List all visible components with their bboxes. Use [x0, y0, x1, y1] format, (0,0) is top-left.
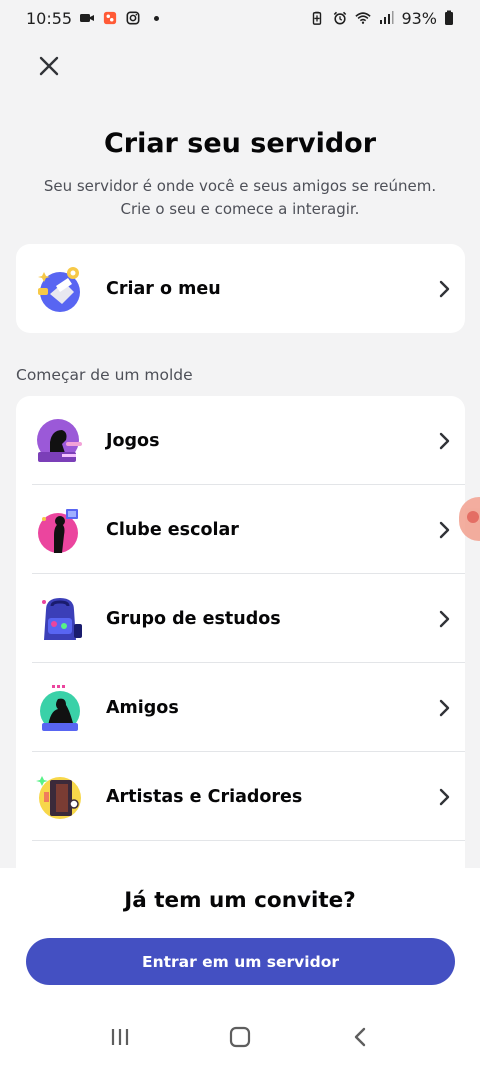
status-time: 10:55 [26, 8, 73, 28]
signal-icon [380, 11, 394, 24]
create-server-icon [38, 267, 80, 312]
recent-apps-icon [111, 1029, 129, 1045]
template-item-study-group[interactable]: Grupo de estudos [16, 574, 465, 663]
back-icon [354, 1027, 366, 1047]
template-item-gaming[interactable]: Jogos [16, 396, 465, 485]
close-button[interactable] [34, 51, 64, 81]
wifi-icon [355, 12, 372, 24]
chevron-right-icon [439, 788, 450, 805]
video-icon [80, 14, 95, 22]
template-item-friends[interactable]: Amigos [16, 663, 465, 752]
template-item-partial[interactable] [16, 841, 465, 868]
join-server-button[interactable]: Entrar em um servidor [26, 938, 455, 985]
template-label: Clube escolar [106, 519, 239, 540]
close-icon [39, 56, 59, 76]
page-title: Criar seu servidor [103, 128, 377, 159]
status-bar: 10:55 93% [0, 0, 480, 36]
recent-apps-button[interactable] [100, 1017, 140, 1057]
notification-app-icon [103, 11, 117, 25]
template-item-artists[interactable]: Artistas e Criadores [16, 752, 465, 841]
battery-saver-icon [313, 11, 322, 25]
gaming-icon [37, 419, 82, 462]
status-left: 10:55 [26, 8, 160, 28]
template-label: Jogos [106, 430, 160, 451]
home-button[interactable] [220, 1017, 260, 1057]
template-label: Amigos [106, 697, 179, 718]
template-partial-icon [36, 861, 86, 868]
template-item-school-club[interactable]: Clube escolar [16, 485, 465, 574]
chevron-right-icon [439, 432, 450, 449]
friends-icon [40, 685, 80, 731]
chevron-right-icon [439, 280, 450, 297]
template-label: Grupo de estudos [106, 608, 281, 629]
battery-icon [445, 10, 453, 25]
chevron-right-icon [439, 610, 450, 627]
battery-percent: 93% [401, 8, 437, 28]
templates-list: Jogos Clube escolar Grupo de estudos Ami… [16, 396, 465, 868]
create-own-card: Criar o meu [16, 244, 465, 333]
floating-bubble-dot [467, 511, 479, 523]
dot-icon [154, 15, 160, 21]
page-subtitle: Seu servidor é onde você e seus amigos s… [43, 177, 437, 218]
template-label: Artistas e Criadores [106, 786, 303, 807]
artists-icon [36, 776, 81, 819]
home-icon [229, 1026, 251, 1048]
status-right: 93% [309, 9, 454, 28]
create-own-label: Criar o meu [106, 278, 221, 299]
templates-section-label: Começar de um molde [16, 366, 193, 384]
create-own-row[interactable]: Criar o meu [16, 244, 465, 333]
back-button[interactable] [340, 1017, 380, 1057]
invite-question: Já tem um convite? [124, 888, 356, 913]
navigation-bar [0, 1008, 480, 1066]
school-club-icon [38, 509, 78, 553]
chevron-right-icon [439, 699, 450, 716]
study-group-icon [42, 598, 82, 640]
alarm-icon [334, 11, 347, 25]
instagram-icon [126, 11, 140, 25]
chevron-right-icon [439, 521, 450, 538]
